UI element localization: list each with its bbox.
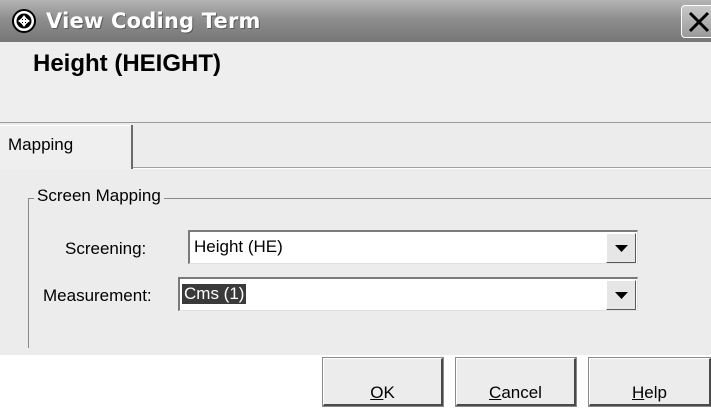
tab-strip-line: [133, 168, 711, 169]
cancel-button-label: Cancel: [489, 371, 542, 403]
screen-mapping-legend: Screen Mapping: [34, 186, 164, 206]
cancel-label-rest: ancel: [501, 383, 542, 402]
ok-button-label: OK: [370, 371, 395, 403]
cancel-button[interactable]: Cancel: [455, 357, 577, 407]
page-title: Height (HEIGHT): [33, 50, 221, 77]
view-coding-term-dialog: View Coding Term Height (HEIGHT) Mapping…: [0, 0, 711, 410]
measurement-value: Cms (1): [182, 284, 247, 304]
screening-label: Screening:: [65, 239, 147, 258]
tab-mapping[interactable]: Mapping: [0, 125, 133, 169]
help-button[interactable]: Help: [588, 357, 711, 407]
tab-mapping-label: Mapping: [8, 135, 74, 154]
chevron-down-icon: [615, 245, 628, 252]
help-button-label: Help: [632, 371, 667, 403]
measurement-label: Measurement:: [43, 286, 152, 305]
screen-mapping-group: [28, 198, 711, 348]
circle-cross-icon: [12, 9, 36, 33]
screening-dropdown[interactable]: Height (HE): [188, 230, 638, 264]
screening-value: Height (HE): [194, 237, 283, 256]
help-label-rest: elp: [644, 383, 667, 402]
title-bar[interactable]: View Coding Term: [0, 0, 711, 42]
measurement-dropdown-button[interactable]: [606, 280, 636, 310]
close-button[interactable]: [681, 5, 711, 38]
help-mnemonic: H: [632, 383, 645, 402]
measurement-dropdown[interactable]: Cms (1): [178, 277, 638, 311]
cancel-mnemonic: C: [489, 383, 502, 402]
screening-dropdown-button[interactable]: [606, 233, 636, 263]
ok-button[interactable]: OK: [322, 357, 444, 407]
window-title: View Coding Term: [46, 9, 261, 33]
chevron-down-icon: [615, 292, 628, 299]
ok-mnemonic: O: [370, 383, 384, 402]
close-icon: [688, 11, 710, 33]
ok-label-rest: K: [383, 383, 395, 402]
